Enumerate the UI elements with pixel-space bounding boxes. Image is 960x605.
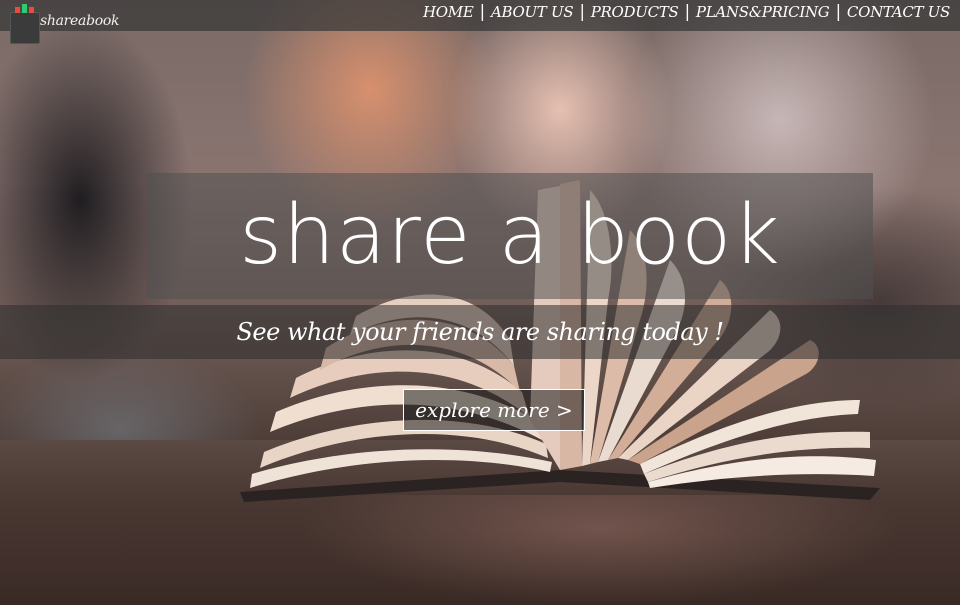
logo-bar-red — [15, 7, 20, 13]
nav-separator: | — [479, 1, 486, 22]
hero-background — [0, 0, 960, 605]
nav-separator: | — [835, 1, 841, 22]
logo-bar-red-2 — [29, 7, 34, 13]
hero-title-panel: share a book — [147, 173, 873, 299]
nav-item-home[interactable]: HOME — [423, 3, 474, 21]
logo-bar-green — [22, 4, 27, 13]
explore-more-button[interactable]: explore more > — [403, 389, 585, 431]
nav-item-about-us[interactable]: ABOUT US — [491, 3, 574, 21]
nav-item-products[interactable]: PRODUCTS — [591, 3, 679, 21]
hero-subtitle: See what your friends are sharing today … — [236, 318, 724, 346]
top-navbar: shareabook HOME | ABOUT US | PRODUCTS | … — [0, 0, 960, 44]
hero-subtitle-band: See what your friends are sharing today … — [0, 305, 960, 359]
nav-item-contact-us[interactable]: CONTACT US — [847, 3, 950, 21]
brand-name: shareabook — [40, 13, 120, 29]
brand-logo[interactable]: shareabook — [10, 4, 130, 44]
table-reflection — [300, 495, 900, 605]
nav-separator: | — [684, 1, 690, 22]
hero-title: share a book — [239, 188, 781, 283]
nav-separator: | — [579, 1, 585, 22]
logo-box-icon — [10, 4, 40, 44]
main-nav: HOME | ABOUT US | PRODUCTS | PLANS&PRICI… — [423, 3, 950, 21]
nav-item-plans-pricing[interactable]: PLANS&PRICING — [696, 3, 830, 21]
